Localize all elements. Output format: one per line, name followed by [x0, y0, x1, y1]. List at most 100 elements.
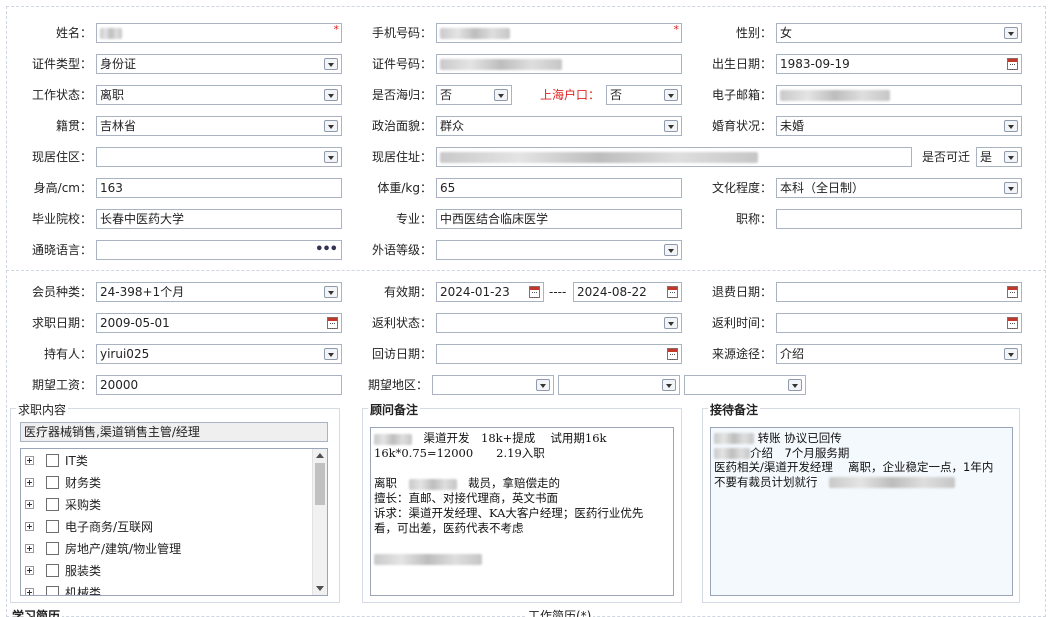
- id-no-field[interactable]: [436, 54, 682, 74]
- chevron-down-icon[interactable]: [536, 379, 550, 391]
- scroll-thumb[interactable]: [315, 463, 325, 505]
- region-city-select[interactable]: [558, 375, 680, 395]
- calendar-icon[interactable]: [1007, 317, 1018, 329]
- reception-note-textarea[interactable]: 转账 协议已回传 介绍 7个月服务期 医药相关/渠道开发经理 离职，企业稳定一点…: [710, 427, 1013, 596]
- scroll-up-icon[interactable]: [316, 453, 324, 458]
- refund-date-field[interactable]: [776, 282, 1022, 302]
- chevron-down-icon[interactable]: [1004, 151, 1018, 163]
- rebate-status-select[interactable]: [436, 313, 682, 333]
- id-type-select[interactable]: 身份证: [96, 54, 342, 74]
- major-field[interactable]: 中西医结合临床医学: [436, 209, 682, 229]
- chevron-down-icon[interactable]: [1004, 348, 1018, 360]
- holder-select[interactable]: yirui025: [96, 344, 342, 364]
- checkbox[interactable]: [46, 476, 59, 489]
- scroll-down-icon[interactable]: [316, 586, 324, 591]
- name-field[interactable]: *: [96, 23, 342, 43]
- tree-item[interactable]: 电子商务/互联网: [21, 516, 311, 538]
- valid-from-field[interactable]: 2024-01-23: [436, 282, 544, 302]
- chevron-down-icon[interactable]: [788, 379, 802, 391]
- tree-item[interactable]: IT类: [21, 450, 311, 472]
- expand-icon[interactable]: [25, 522, 34, 531]
- redacted-text: [100, 28, 122, 39]
- region-district-select[interactable]: [684, 375, 806, 395]
- tree-item[interactable]: 机械类: [21, 582, 311, 595]
- height-field[interactable]: 163: [96, 178, 342, 198]
- advisor-note-title: 顾问备注: [368, 403, 421, 417]
- checkbox[interactable]: [46, 498, 59, 511]
- tree-scrollbar[interactable]: [312, 449, 327, 595]
- calendar-icon[interactable]: [327, 317, 338, 329]
- region-province-select[interactable]: [432, 375, 554, 395]
- political-select[interactable]: 群众: [436, 116, 682, 136]
- chevron-down-icon[interactable]: [324, 120, 338, 132]
- chevron-down-icon[interactable]: [324, 348, 338, 360]
- visit-date-field[interactable]: [436, 344, 682, 364]
- relocate-select[interactable]: 是: [976, 147, 1022, 167]
- calendar-icon[interactable]: [1007, 58, 1018, 70]
- chevron-down-icon[interactable]: [324, 58, 338, 70]
- valid-to-field[interactable]: 2024-08-22: [573, 282, 682, 302]
- height-label: 身高/cm：: [33, 181, 92, 195]
- chevron-down-icon[interactable]: [1004, 182, 1018, 194]
- checkbox[interactable]: [46, 542, 59, 555]
- chevron-down-icon[interactable]: [324, 89, 338, 101]
- rebate-time-field[interactable]: [776, 313, 1022, 333]
- chevron-down-icon[interactable]: [664, 317, 678, 329]
- expand-icon[interactable]: [25, 588, 34, 595]
- chevron-down-icon[interactable]: [664, 244, 678, 256]
- tree-item[interactable]: 服装类: [21, 560, 311, 582]
- title-field[interactable]: [776, 209, 1022, 229]
- marital-select[interactable]: 未婚: [776, 116, 1022, 136]
- checkbox[interactable]: [46, 520, 59, 533]
- work-status-select[interactable]: 离职: [96, 85, 342, 105]
- language-field[interactable]: •••: [96, 240, 342, 260]
- chevron-down-icon[interactable]: [324, 151, 338, 163]
- calendar-icon[interactable]: [529, 286, 540, 298]
- member-type-select[interactable]: 24-398+1个月: [96, 282, 342, 302]
- expand-icon[interactable]: [25, 500, 34, 509]
- chevron-down-icon[interactable]: [494, 89, 508, 101]
- tree-item-label: 采购类: [65, 498, 102, 512]
- advisor-note-textarea[interactable]: 渠道开发 18k+提成 试用期16k 16k*0.75=12000 2.19入职…: [370, 427, 674, 596]
- birth-date-field[interactable]: 1983-09-19: [776, 54, 1022, 74]
- tree-item[interactable]: 房地产/建筑/物业管理: [21, 538, 311, 560]
- education-select[interactable]: 本科（全日制）: [776, 178, 1022, 198]
- work-status-label: 工作状态：: [31, 88, 92, 102]
- chevron-down-icon[interactable]: [662, 379, 676, 391]
- seek-date-field[interactable]: 2009-05-01: [96, 313, 342, 333]
- calendar-icon[interactable]: [1007, 286, 1018, 298]
- calendar-icon[interactable]: [667, 286, 678, 298]
- expand-icon[interactable]: [25, 544, 34, 553]
- expand-icon[interactable]: [25, 456, 34, 465]
- email-field[interactable]: [776, 85, 1022, 105]
- checkbox[interactable]: [46, 586, 59, 595]
- expand-icon[interactable]: [25, 478, 34, 487]
- checkbox[interactable]: [46, 454, 59, 467]
- source-select[interactable]: 介绍: [776, 344, 1022, 364]
- chevron-down-icon[interactable]: [664, 120, 678, 132]
- native-select[interactable]: 吉林省: [96, 116, 342, 136]
- school-field[interactable]: 长春中医药大学: [96, 209, 342, 229]
- email-label: 电子邮箱：: [711, 88, 772, 102]
- residence-area-select[interactable]: [96, 147, 342, 167]
- tree-item[interactable]: 采购类: [21, 494, 311, 516]
- chevron-down-icon[interactable]: [1004, 120, 1018, 132]
- phone-field[interactable]: *: [436, 23, 682, 43]
- chevron-down-icon[interactable]: [324, 286, 338, 298]
- checkbox[interactable]: [46, 564, 59, 577]
- chevron-down-icon[interactable]: [664, 89, 678, 101]
- chevron-down-icon[interactable]: [1004, 27, 1018, 39]
- address-field[interactable]: [436, 147, 912, 167]
- calendar-icon[interactable]: [667, 348, 678, 360]
- weight-field[interactable]: 65: [436, 178, 682, 198]
- shanghai-select[interactable]: 否: [606, 85, 682, 105]
- more-icon[interactable]: •••: [315, 243, 338, 257]
- redacted-text: [780, 90, 890, 101]
- expand-icon[interactable]: [25, 566, 34, 575]
- tree-item[interactable]: 财务类: [21, 472, 311, 494]
- overseas-select[interactable]: 否: [436, 85, 512, 105]
- job-category-tree[interactable]: IT类 财务类 采购类 电子商务/互联网 房地产/建筑/物业管理 服装类 机械类: [20, 448, 328, 596]
- foreign-select[interactable]: [436, 240, 682, 260]
- gender-select[interactable]: 女: [776, 23, 1022, 43]
- salary-field[interactable]: 20000: [96, 375, 342, 395]
